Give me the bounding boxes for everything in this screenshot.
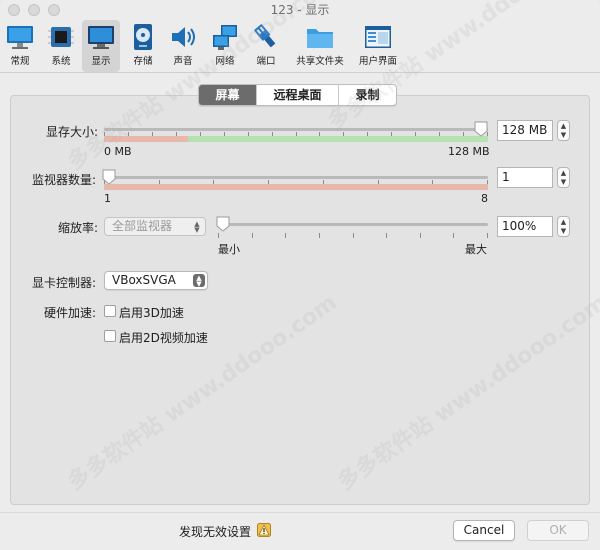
- slider-tick: [319, 233, 320, 238]
- video-memory-slider-knob[interactable]: [474, 121, 488, 137]
- chevron-updown-icon: ▲ ▼: [193, 274, 205, 288]
- slider-tick: [353, 233, 354, 238]
- folder-icon: [307, 29, 333, 48]
- monitor-count-min: 1: [104, 192, 111, 205]
- tab-ports-label: 端口: [256, 56, 276, 67]
- cancel-button[interactable]: Cancel: [453, 520, 515, 541]
- enable-2d-video-checkbox[interactable]: [104, 330, 116, 342]
- tab-network[interactable]: 网络: [205, 20, 245, 72]
- window-title: 123 - 显示: [270, 3, 330, 17]
- hardware-acceleration-label: 硬件加速:: [44, 306, 97, 320]
- scale-factor-label: 缩放率:: [58, 221, 99, 235]
- monitor-count-stepper[interactable]: ▲ ▼: [557, 167, 570, 188]
- display-tab-bar: 屏幕 远程桌面 录制: [198, 84, 397, 106]
- tab-display-label: 显示: [91, 56, 111, 67]
- monitor-count-label: 监视器数量:: [32, 173, 97, 187]
- settings-toolbar: 常规 系统 显示 存储 声音 网络 端口 共享文件夹 用户界面: [0, 20, 600, 72]
- video-memory-min: 0 MB: [104, 145, 132, 158]
- zoom-window-button[interactable]: [48, 4, 60, 16]
- video-memory-max: 128 MB: [448, 145, 490, 158]
- scale-ticks: [218, 233, 488, 239]
- title-bar: 123 - 显示: [0, 0, 600, 20]
- graphics-controller-select[interactable]: VBoxSVGA ▲ ▼: [104, 271, 208, 290]
- monitor-count-max: 8: [481, 192, 488, 205]
- graphics-controller-value: VBoxSVGA: [112, 273, 176, 287]
- tab-storage[interactable]: 存储: [124, 20, 162, 72]
- enable-2d-video-label: 启用2D视频加速: [119, 331, 208, 345]
- tab-system-label: 系统: [51, 56, 71, 67]
- monitor-count-track: [104, 176, 488, 179]
- slider-tick: [386, 233, 387, 238]
- scale-max: 最大: [465, 243, 487, 256]
- tab-audio[interactable]: 声音: [164, 20, 202, 72]
- ok-button[interactable]: OK: [527, 520, 589, 541]
- tab-display[interactable]: 显示: [82, 20, 120, 72]
- slider-tick: [487, 233, 488, 238]
- general-icon: [7, 26, 33, 49]
- slider-tick: [453, 233, 454, 238]
- enable-3d-checkbox[interactable]: [104, 305, 116, 317]
- close-window-button[interactable]: [8, 4, 20, 16]
- scale-input[interactable]: 100%: [497, 216, 553, 237]
- settings-window: 123 - 显示 常规 系统 显示 存储 声音 网络 端口 共享文件夹 用户界面…: [0, 0, 600, 550]
- scale-monitor-select-value: 全部监视器: [112, 219, 173, 233]
- disk-icon: [134, 24, 152, 50]
- tab-shared-folders[interactable]: 共享文件夹: [289, 20, 351, 72]
- ui-window-icon: [365, 26, 391, 48]
- video-memory-stepper[interactable]: ▲ ▼: [557, 120, 570, 141]
- tab-recording[interactable]: 录制: [338, 85, 396, 105]
- slider-tick: [218, 233, 219, 238]
- monitor-icon: [88, 26, 114, 49]
- video-memory-label: 显存大小:: [46, 125, 99, 139]
- scale-monitor-select: 全部监视器 ▲ ▼: [104, 217, 206, 236]
- tab-general-label: 常规: [10, 56, 30, 67]
- graphics-controller-label: 显卡控制器:: [32, 276, 97, 290]
- minimize-window-button[interactable]: [28, 4, 40, 16]
- slider-tick: [420, 233, 421, 238]
- invalid-settings-label: 发现无效设置: [179, 525, 252, 539]
- tab-storage-label: 存储: [133, 56, 153, 67]
- video-memory-input[interactable]: 128 MB: [497, 120, 553, 141]
- monitor-count-input[interactable]: 1: [497, 167, 553, 188]
- scale-track: [218, 223, 488, 226]
- tab-ports[interactable]: 端口: [247, 20, 285, 72]
- port-icon: [254, 24, 276, 48]
- tab-network-label: 网络: [215, 56, 235, 67]
- chip-icon: [48, 27, 74, 47]
- scale-min: 最小: [218, 243, 240, 256]
- footer-divider: [0, 512, 600, 513]
- tab-remote-display[interactable]: 远程桌面: [256, 85, 338, 105]
- video-memory-ok-zone: [188, 136, 488, 142]
- slider-tick: [285, 233, 286, 238]
- tab-general[interactable]: 常规: [0, 20, 40, 72]
- scale-slider-knob[interactable]: [216, 216, 230, 232]
- scale-stepper[interactable]: ▲ ▼: [557, 216, 570, 237]
- slider-tick: [252, 233, 253, 238]
- speaker-icon: [172, 27, 195, 47]
- screen-settings-panel: [10, 95, 590, 505]
- tab-screen[interactable]: 屏幕: [199, 85, 256, 105]
- network-icon: [213, 25, 237, 50]
- video-memory-track: [104, 128, 488, 131]
- monitor-count-slider-knob[interactable]: [102, 169, 116, 185]
- tab-system[interactable]: 系统: [42, 20, 80, 72]
- warning-icon[interactable]: [257, 523, 271, 537]
- tab-audio-label: 声音: [173, 56, 193, 67]
- tab-user-interface-label: 用户界面: [358, 56, 397, 67]
- tab-user-interface[interactable]: 用户界面: [352, 20, 404, 72]
- toolbar-divider: [0, 72, 600, 73]
- monitor-count-zone: [104, 184, 488, 190]
- chevron-updown-icon: ▲ ▼: [194, 220, 200, 234]
- tab-shared-folders-label: 共享文件夹: [296, 56, 344, 67]
- enable-3d-label: 启用3D加速: [119, 306, 184, 320]
- video-memory-low-zone: [104, 136, 188, 142]
